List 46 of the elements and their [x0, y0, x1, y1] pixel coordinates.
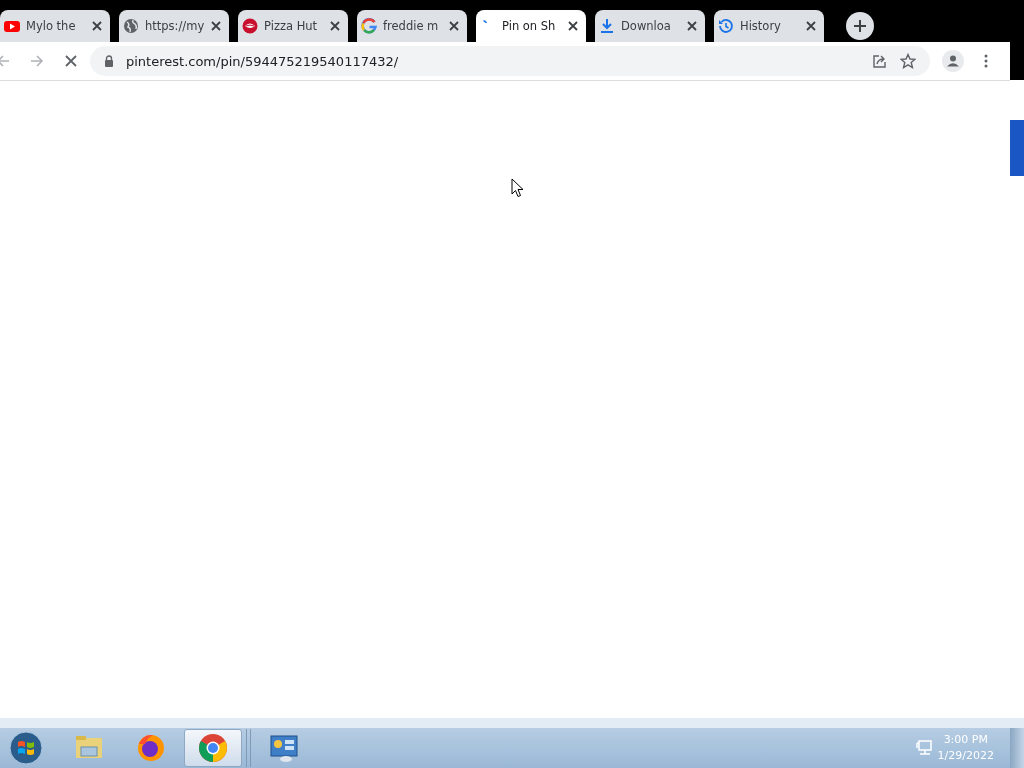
browser-tab[interactable]: Pin on Sh	[476, 10, 586, 42]
loading-spinner-icon	[483, 20, 487, 24]
close-icon[interactable]	[92, 21, 102, 31]
url-text: pinterest.com/pin/594475219540117432/	[126, 53, 399, 69]
profile-icon[interactable]	[942, 50, 964, 72]
clock-time: 3:00 PM	[943, 732, 988, 748]
browser-tab[interactable]: History	[714, 10, 824, 42]
taskbar-button[interactable]	[184, 729, 242, 767]
browser-tab[interactable]: Downloa	[595, 10, 705, 42]
tab-title: Mylo the	[26, 19, 77, 33]
close-icon[interactable]	[568, 21, 578, 31]
tab-title: Downloa	[621, 19, 672, 33]
close-icon[interactable]	[449, 21, 459, 31]
lips-icon	[242, 18, 258, 34]
control-panel-icon	[268, 732, 300, 764]
browser-tab[interactable]: https://my	[119, 10, 229, 42]
globe-icon	[123, 18, 139, 34]
address-bar[interactable]: pinterest.com/pin/594475219540117432/	[90, 46, 930, 76]
tab-title: History	[740, 19, 782, 33]
plus-icon	[854, 20, 866, 32]
tab-title: https://my	[145, 19, 205, 33]
tab-title: Pizza Hut	[264, 19, 319, 33]
menu-icon[interactable]	[984, 54, 988, 68]
windows-logo-icon	[9, 731, 43, 765]
browser-tab[interactable]: Pizza Hut	[238, 10, 348, 42]
tab-title: freddie m	[383, 19, 440, 33]
tab-title: Pin on Sh	[502, 19, 557, 33]
video-icon	[4, 18, 20, 34]
chrome-icon	[197, 732, 229, 764]
browser-tab[interactable]: Mylo the	[0, 10, 110, 42]
history-icon	[718, 18, 734, 34]
download-icon	[599, 18, 615, 34]
clock-date: 1/29/2022	[937, 748, 994, 764]
lock-icon	[104, 55, 114, 67]
close-icon[interactable]	[211, 21, 221, 31]
g-letter-icon	[361, 18, 377, 34]
close-icon[interactable]	[687, 21, 697, 31]
star-icon[interactable]	[900, 53, 916, 69]
new-tab-button[interactable]	[846, 12, 874, 40]
close-icon[interactable]	[806, 21, 816, 31]
stop-icon[interactable]	[64, 54, 78, 68]
browser-tab[interactable]: freddie m	[357, 10, 467, 42]
share-icon[interactable]	[872, 53, 888, 69]
cursor-icon	[511, 178, 524, 198]
close-icon[interactable]	[330, 21, 340, 31]
fox-icon	[135, 732, 167, 764]
